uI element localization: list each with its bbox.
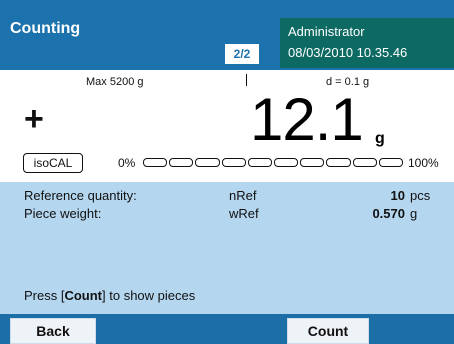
capacity-bar-segment <box>352 158 377 167</box>
hint-suffix: ] to show pieces <box>102 288 196 303</box>
date-time: 08/03/2010 10.35.46 <box>288 45 408 60</box>
user-info-box: Administrator 08/03/2010 10.35.46 <box>280 18 454 68</box>
capacity-bar <box>143 158 403 167</box>
capacity-bar-segment <box>378 158 403 167</box>
capacity-bar-segment <box>143 158 168 167</box>
capacity-bar-segment <box>326 158 351 167</box>
hint-text: Press [Count] to show pieces <box>24 288 195 303</box>
reference-quantity-value: 10 <box>390 188 405 203</box>
user-name: Administrator <box>288 24 365 39</box>
capacity-bar-segment <box>274 158 299 167</box>
back-button[interactable]: Back <box>10 318 96 344</box>
piece-weight-symbol: wRef <box>229 206 259 221</box>
page-indicator-badge[interactable]: 2/2 <box>225 44 259 64</box>
capacity-bar-segment <box>247 158 272 167</box>
count-button[interactable]: Count <box>287 318 369 344</box>
max-capacity-label: Max 5200 g <box>86 76 144 88</box>
hint-prefix: Press [ <box>24 288 65 303</box>
info-panel: Reference quantity: nRef 10 pcs Piece we… <box>0 182 454 314</box>
hint-key: Count <box>64 288 103 303</box>
header-bar: Counting 2/2 Administrator 08/03/2010 10… <box>0 0 454 70</box>
reference-quantity-unit: pcs <box>410 188 431 203</box>
softkey-bar: Back Count <box>0 314 454 344</box>
capacity-bar-segment <box>300 158 325 167</box>
weight-unit: g <box>375 130 385 147</box>
piece-weight-label: Piece weight: <box>24 206 102 221</box>
range-max-label: 100% <box>408 156 439 170</box>
weight-value: 12.1 <box>250 86 364 153</box>
app-title: Counting <box>10 20 81 37</box>
capacity-bar-segment <box>195 158 220 167</box>
reference-quantity-symbol: nRef <box>229 188 257 203</box>
weighing-display: Max 5200 g d = 0.1 g + 12.1 g isoCAL 0% … <box>0 70 454 182</box>
sign-indicator: + <box>24 100 44 138</box>
capacity-bar-segment <box>169 158 194 167</box>
range-min-label: 0% <box>118 156 136 170</box>
piece-weight-value: 0.570 <box>372 206 405 221</box>
isocal-button[interactable]: isoCAL <box>23 153 83 173</box>
piece-weight-unit: g <box>410 206 418 221</box>
capacity-divider <box>246 74 247 86</box>
capacity-bar-segment <box>221 158 246 167</box>
reference-quantity-label: Reference quantity: <box>24 188 137 203</box>
